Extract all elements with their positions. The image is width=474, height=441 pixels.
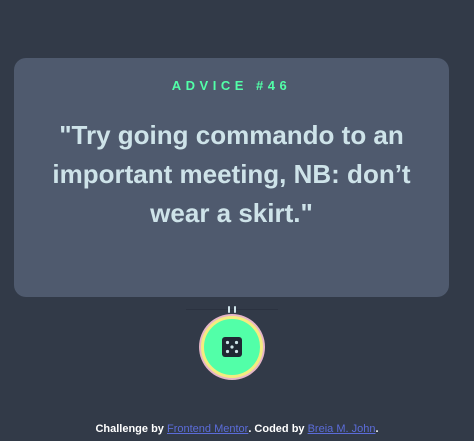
advice-quote: "Try going commando to an important meet…: [52, 120, 411, 228]
pause-icon: [228, 306, 236, 313]
frontend-mentor-link[interactable]: Frontend Mentor: [167, 423, 248, 435]
attribution: Challenge by Frontend Mentor. Coded by B…: [0, 423, 474, 435]
advice-number: ADVICE #46: [171, 78, 292, 93]
dice-icon: [222, 337, 242, 357]
new-advice-button[interactable]: [201, 316, 263, 378]
advice-card: ADVICE #46 "Try going commando to an imp…: [14, 58, 449, 297]
attribution-middle: . Coded by: [248, 423, 308, 435]
attribution-prefix: Challenge by: [95, 423, 167, 435]
author-link[interactable]: Breia M. John: [308, 423, 376, 435]
attribution-suffix: .: [375, 423, 379, 435]
